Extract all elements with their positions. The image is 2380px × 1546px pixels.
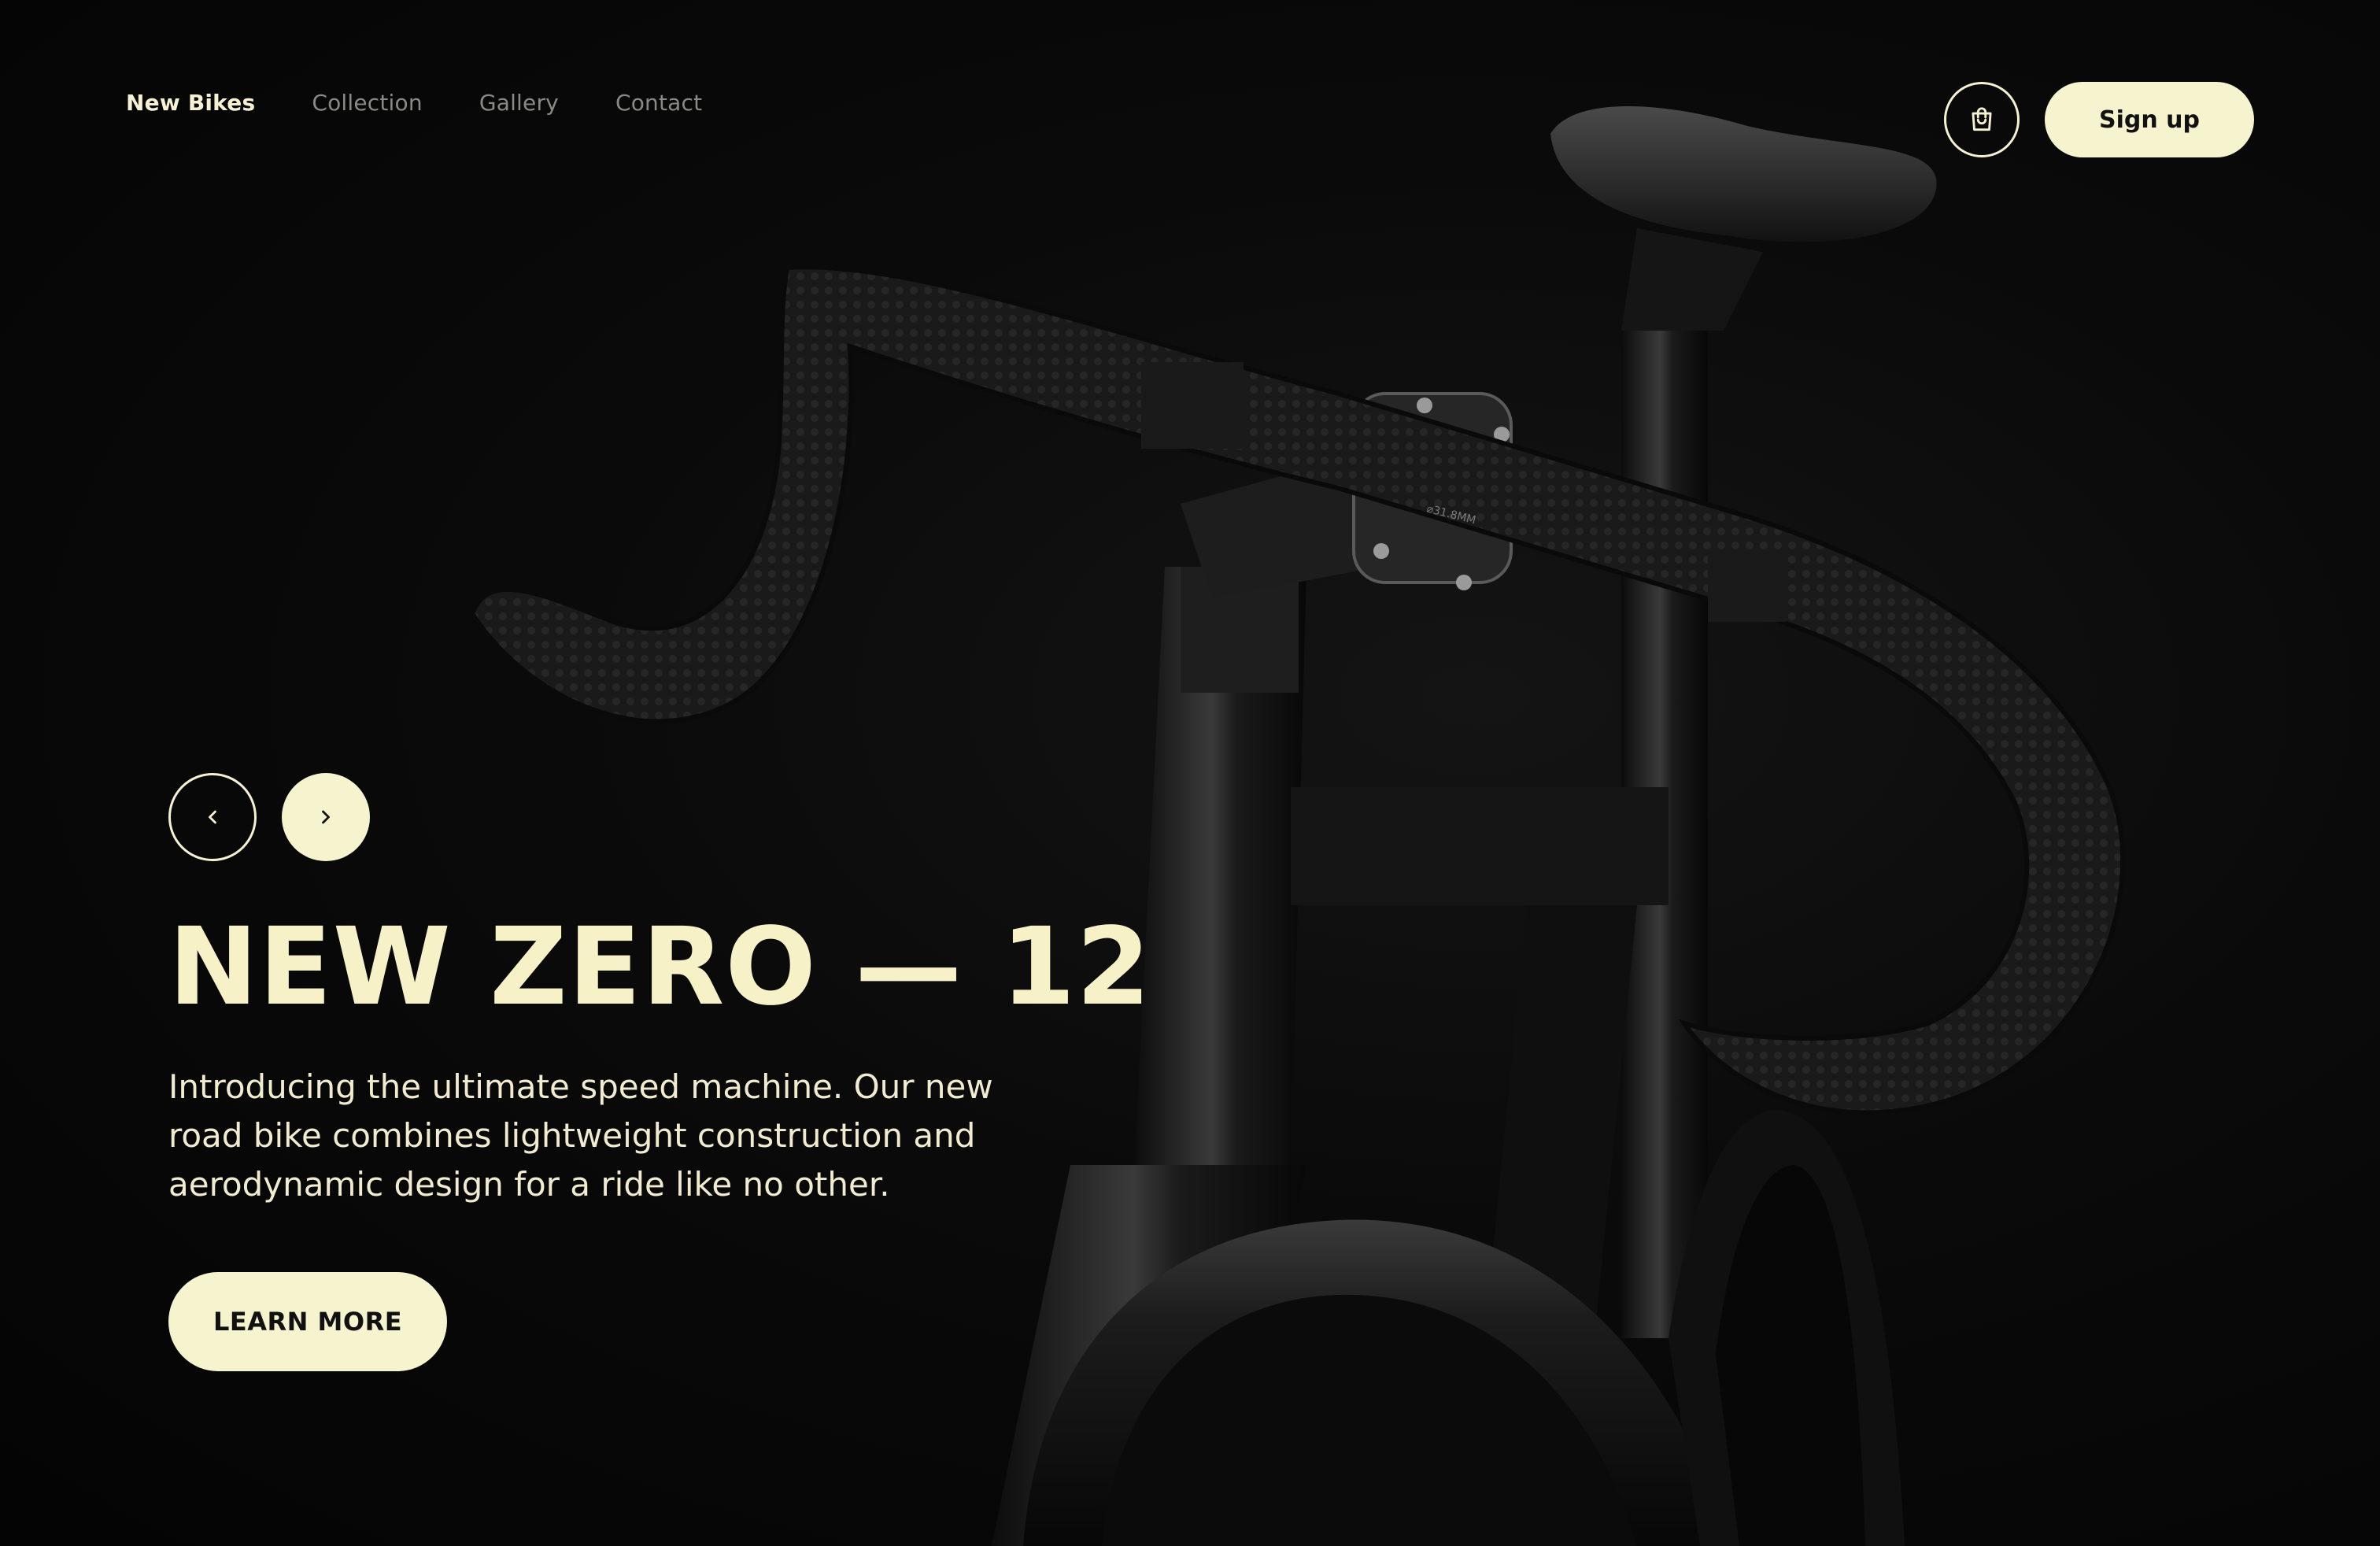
nav-item-contact[interactable]: Contact bbox=[615, 90, 702, 116]
sign-up-button[interactable]: Sign up bbox=[2045, 82, 2254, 157]
learn-more-button[interactable]: LEARN MORE bbox=[168, 1272, 447, 1371]
previous-slide-button[interactable] bbox=[168, 773, 257, 861]
nav-item-gallery[interactable]: Gallery bbox=[479, 90, 559, 116]
nav-item-new-bikes[interactable]: New Bikes bbox=[126, 90, 255, 116]
hero-description: Introducing the ultimate speed machine. … bbox=[168, 1067, 993, 1204]
nav-item-collection[interactable]: Collection bbox=[312, 90, 423, 116]
cart-button[interactable] bbox=[1944, 82, 2020, 157]
main-nav: New Bikes Collection Gallery Contact bbox=[126, 90, 702, 116]
next-slide-button[interactable] bbox=[282, 773, 370, 861]
chevron-right-icon bbox=[322, 810, 330, 824]
hero-title: NEW ZERO — 12 bbox=[168, 905, 1151, 1030]
chevron-left-icon bbox=[209, 810, 216, 824]
shopping-bag-icon bbox=[1972, 107, 1992, 131]
hero-section: New Bikes Collection Gallery Contact Sig… bbox=[0, 0, 2380, 1546]
